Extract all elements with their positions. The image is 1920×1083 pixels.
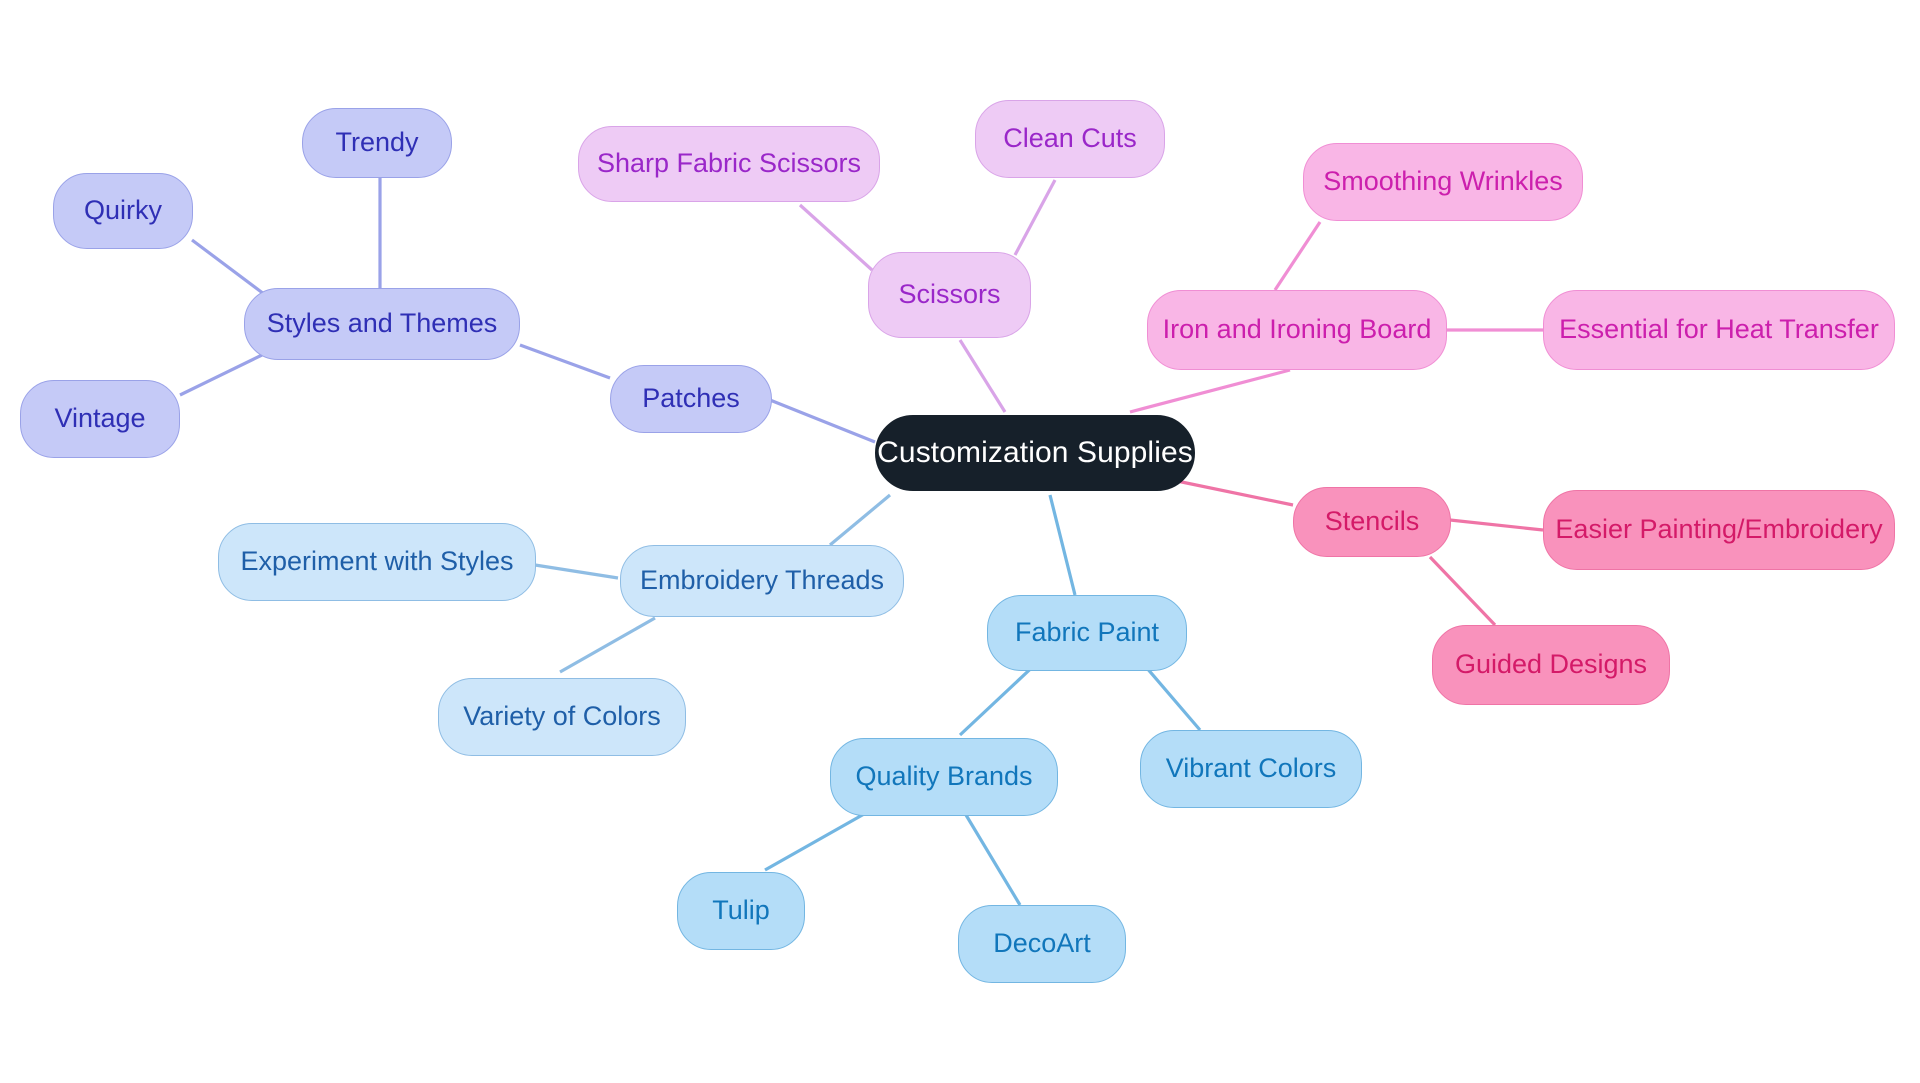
- node-patches[interactable]: Patches: [610, 365, 772, 433]
- node-iron-and-ironing-board[interactable]: Iron and Ironing Board: [1147, 290, 1447, 370]
- node-fabric-paint[interactable]: Fabric Paint: [987, 595, 1187, 671]
- edge-embroidery-variety-of-colors: [559, 616, 656, 674]
- node-essential-for-heat-transfer-label: Essential for Heat Transfer: [1559, 314, 1879, 345]
- edge-iron-smoothing-wrinkles: [1273, 221, 1322, 291]
- edge-root-iron-and-ironing-board: [1129, 368, 1291, 414]
- node-stencils[interactable]: Stencils: [1293, 487, 1451, 557]
- node-essential-for-heat-transfer[interactable]: Essential for Heat Transfer: [1543, 290, 1895, 370]
- node-smoothing-wrinkles-label: Smoothing Wrinkles: [1323, 166, 1563, 197]
- node-easier-painting-embroidery[interactable]: Easier Painting/Embroidery: [1543, 490, 1895, 570]
- node-guided-designs-label: Guided Designs: [1454, 649, 1648, 680]
- node-scissors-label: Scissors: [898, 279, 1001, 310]
- node-scissors[interactable]: Scissors: [868, 252, 1031, 338]
- node-guided-designs[interactable]: Guided Designs: [1432, 625, 1670, 705]
- node-patches-label: Patches: [642, 383, 740, 414]
- node-sharp-fabric-scissors[interactable]: Sharp Fabric Scissors: [578, 126, 880, 202]
- node-vibrant-colors-label: Vibrant Colors: [1165, 753, 1337, 784]
- node-easier-painting-embroidery-label: Easier Painting/Embroidery: [1555, 514, 1883, 545]
- edge-root-embroidery-threads: [828, 493, 892, 547]
- node-iron-and-ironing-board-label: Iron and Ironing Board: [1162, 314, 1432, 345]
- node-embroidery-threads-label: Embroidery Threads: [639, 565, 885, 596]
- node-tulip[interactable]: Tulip: [677, 872, 805, 950]
- mindmap-canvas: Customization Supplies Patches Styles an…: [0, 0, 1920, 1083]
- node-trendy-label: Trendy: [335, 127, 419, 158]
- node-quality-brands[interactable]: Quality Brands: [830, 738, 1058, 816]
- node-fabric-paint-label: Fabric Paint: [1014, 617, 1160, 648]
- edge-styles-and-themes-vintage: [179, 353, 263, 397]
- edge-root-scissors: [958, 339, 1007, 413]
- edge-quality-brands-decoart: [958, 804, 1022, 906]
- edge-embroidery-experiment-with-styles: [534, 563, 619, 580]
- edge-scissors-clean-cuts: [1013, 179, 1057, 256]
- node-vintage[interactable]: Vintage: [20, 380, 180, 458]
- node-sharp-fabric-scissors-label: Sharp Fabric Scissors: [596, 148, 862, 179]
- node-decoart-label: DecoArt: [993, 928, 1091, 959]
- node-variety-of-colors[interactable]: Variety of Colors: [438, 678, 686, 756]
- edge-scissors-sharp-fabric-scissors: [798, 203, 874, 272]
- node-trendy[interactable]: Trendy: [302, 108, 452, 178]
- node-quirky-label: Quirky: [83, 195, 162, 226]
- edge-fabric-paint-quality-brands: [958, 658, 1042, 737]
- node-experiment-with-styles[interactable]: Experiment with Styles: [218, 523, 536, 601]
- node-styles-and-themes-label: Styles and Themes: [266, 308, 498, 339]
- edge-root-stencils: [1171, 478, 1294, 507]
- edge-root-fabric-paint: [1048, 494, 1077, 596]
- edge-patches-styles-and-themes: [519, 343, 611, 380]
- node-clean-cuts[interactable]: Clean Cuts: [975, 100, 1165, 178]
- node-styles-and-themes[interactable]: Styles and Themes: [244, 288, 520, 360]
- edge-stencils-easier-painting-embroidery: [1449, 518, 1544, 532]
- node-vibrant-colors[interactable]: Vibrant Colors: [1140, 730, 1362, 808]
- node-quirky[interactable]: Quirky: [53, 173, 193, 249]
- node-clean-cuts-label: Clean Cuts: [1003, 123, 1137, 154]
- edge-stencils-guided-designs: [1428, 555, 1497, 627]
- node-embroidery-threads[interactable]: Embroidery Threads: [620, 545, 904, 617]
- node-root-label: Customization Supplies: [877, 435, 1193, 469]
- edge-styles-and-themes-quirky: [191, 238, 269, 299]
- node-decoart[interactable]: DecoArt: [958, 905, 1126, 983]
- node-variety-of-colors-label: Variety of Colors: [463, 701, 661, 732]
- node-quality-brands-label: Quality Brands: [855, 761, 1033, 792]
- node-stencils-label: Stencils: [1324, 506, 1420, 537]
- node-vintage-label: Vintage: [54, 403, 146, 434]
- node-smoothing-wrinkles[interactable]: Smoothing Wrinkles: [1303, 143, 1583, 221]
- node-experiment-with-styles-label: Experiment with Styles: [240, 546, 514, 577]
- node-tulip-label: Tulip: [712, 895, 770, 926]
- node-root[interactable]: Customization Supplies: [875, 415, 1195, 491]
- edge-root-patches: [769, 398, 876, 444]
